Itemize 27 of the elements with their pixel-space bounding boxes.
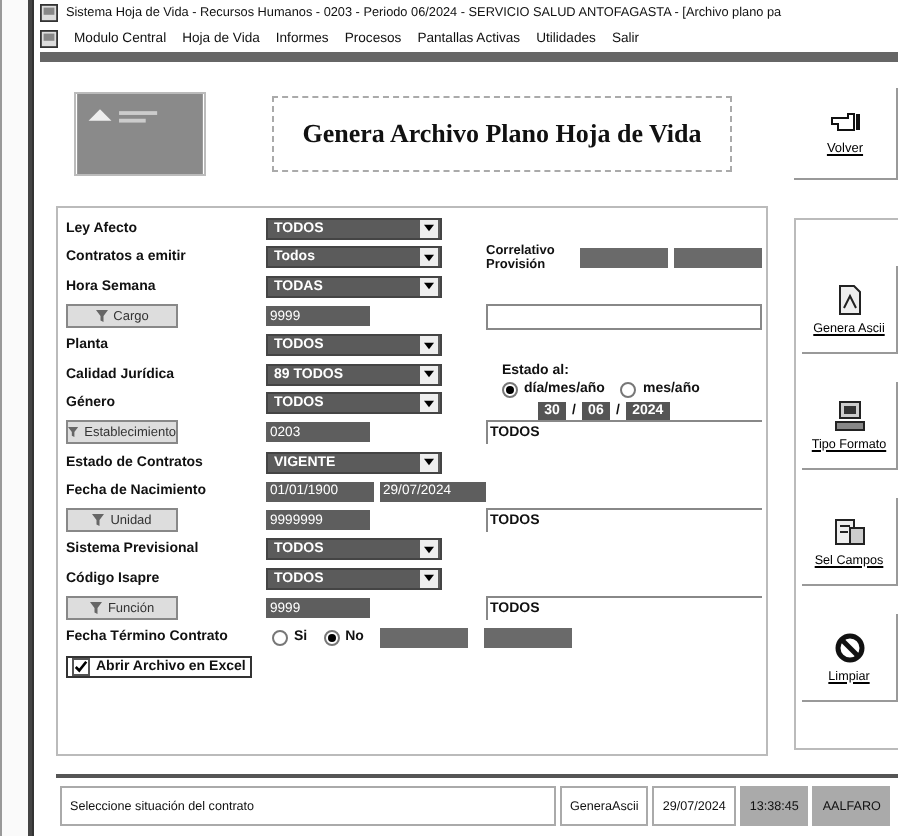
dropdown-arrow-icon[interactable]	[420, 277, 438, 296]
dropdown-arrow-icon[interactable]	[420, 219, 438, 238]
pointing-hand-icon	[829, 110, 861, 134]
dropdown-arrow-icon[interactable]	[420, 336, 438, 355]
form-title: Genera Archivo Plano Hoja de Vida	[272, 96, 732, 172]
dropdown-arrow-icon[interactable]	[420, 540, 438, 559]
prohibited-icon	[833, 631, 865, 663]
logo-drawing	[74, 92, 206, 176]
filter-icon	[92, 514, 105, 527]
input-field[interactable]	[580, 247, 668, 268]
filter-icon	[68, 426, 79, 439]
date-field[interactable]	[483, 627, 572, 648]
list-icon	[833, 515, 865, 547]
app-icon	[40, 4, 58, 22]
check-icon	[74, 659, 88, 674]
dropdown-arrow-icon[interactable]	[420, 365, 438, 384]
filter-icon	[95, 310, 108, 323]
dropdown-arrow-icon[interactable]	[420, 248, 438, 267]
computer-icon	[833, 399, 865, 431]
dropdown-arrow-icon[interactable]	[420, 569, 438, 588]
document-icon	[833, 283, 865, 315]
filter-icon	[89, 602, 102, 615]
dropdown-arrow-icon[interactable]	[420, 453, 438, 472]
app-icon[interactable]	[40, 30, 58, 48]
date-field[interactable]	[379, 627, 468, 648]
input-field[interactable]	[674, 247, 762, 268]
dropdown-arrow-icon[interactable]	[420, 394, 438, 413]
